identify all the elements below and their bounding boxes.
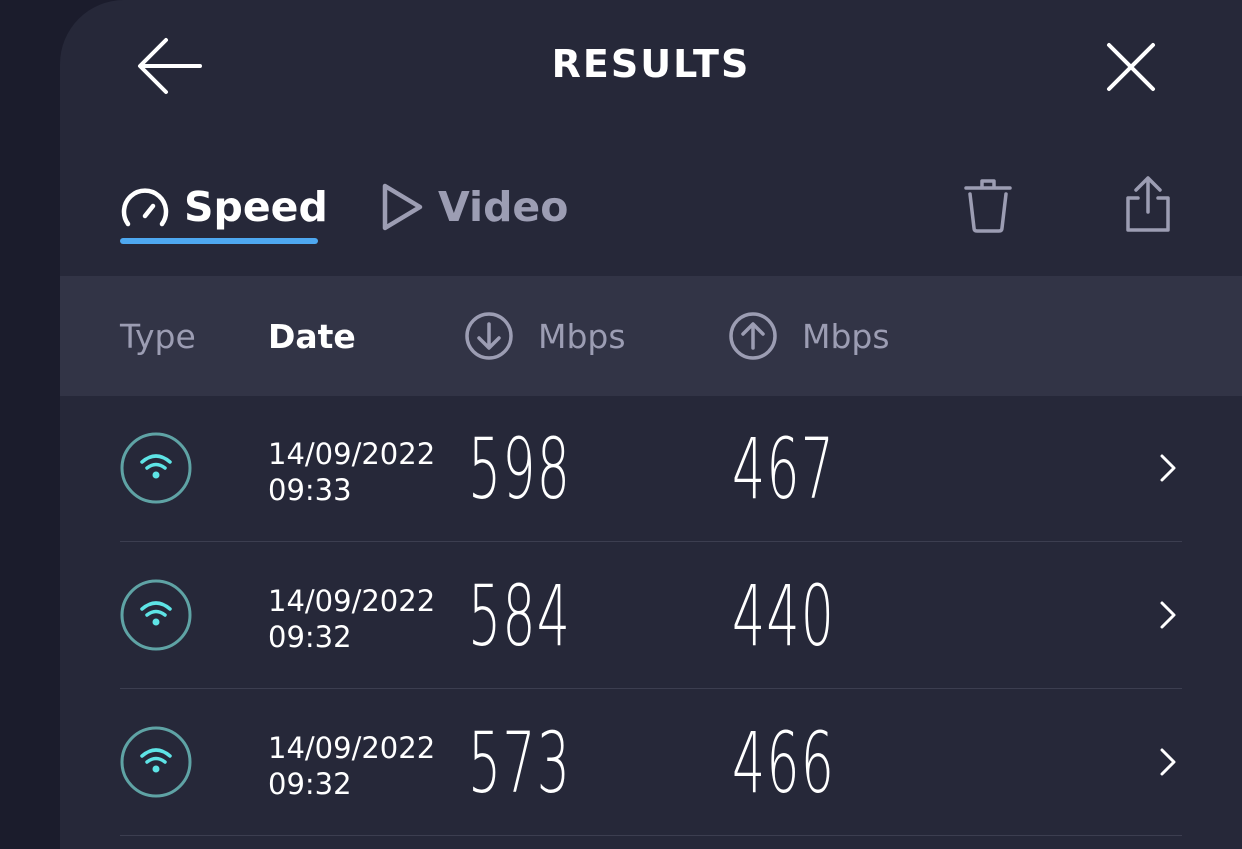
row-datetime: 14/09/2022 09:32 [268,730,435,802]
close-icon [1107,43,1155,91]
tab-speed[interactable]: Speed [120,172,328,242]
delete-button[interactable] [958,176,1018,236]
active-tab-indicator [120,238,318,244]
row-datetime: 14/09/2022 09:32 [268,583,435,655]
row-date: 14/09/2022 [268,731,436,765]
results-panel: RESULTS Speed Video Type Date Mbps Mbps … [60,0,1242,849]
row-date: 14/09/2022 [268,584,436,618]
top-bar: RESULTS [60,0,1242,140]
row-divider [120,835,1182,836]
speedometer-icon [121,188,169,227]
page-title: RESULTS [551,42,751,86]
upload-value: 440 [732,567,836,665]
upload-unit-label: Mbps [802,316,890,356]
column-header-date[interactable]: Date [268,276,356,396]
row-divider [120,541,1182,542]
wifi-icon [120,726,192,798]
upload-value: 466 [732,714,836,812]
table-row[interactable]: 14/09/2022 09:33 598 467 [120,396,1182,542]
share-button[interactable] [1122,174,1174,234]
table-header: Type Date Mbps Mbps [60,276,1242,396]
upload-arrow-icon [729,312,777,360]
download-value: 598 [468,420,572,518]
table-row[interactable]: 14/09/2022 09:32 573 466 [120,690,1182,836]
row-date: 14/09/2022 [268,437,436,471]
wifi-icon [120,432,192,504]
download-value: 573 [468,714,572,812]
tab-video[interactable]: Video [380,172,568,242]
download-unit-label: Mbps [538,316,626,356]
play-icon [382,183,423,231]
upload-value: 467 [732,420,836,518]
column-header-upload[interactable]: Mbps [728,276,890,396]
share-icon [1126,176,1170,232]
chevron-right-icon [1160,748,1176,776]
row-divider [120,688,1182,689]
table-row[interactable]: 14/09/2022 09:32 584 440 [120,543,1182,689]
row-time: 09:33 [268,473,352,507]
column-header-download[interactable]: Mbps [464,276,626,396]
trash-icon [964,179,1012,233]
wifi-icon [120,579,192,651]
chevron-right-icon [1160,601,1176,629]
tab-video-label: Video [438,183,569,231]
row-time: 09:32 [268,767,352,801]
row-datetime: 14/09/2022 09:33 [268,436,435,508]
download-arrow-icon [465,312,513,360]
row-time: 09:32 [268,620,352,654]
close-button[interactable] [1104,40,1158,94]
download-value: 584 [468,567,572,665]
chevron-right-icon [1160,454,1176,482]
column-header-type[interactable]: Type [120,276,196,396]
tab-speed-label: Speed [184,183,328,231]
